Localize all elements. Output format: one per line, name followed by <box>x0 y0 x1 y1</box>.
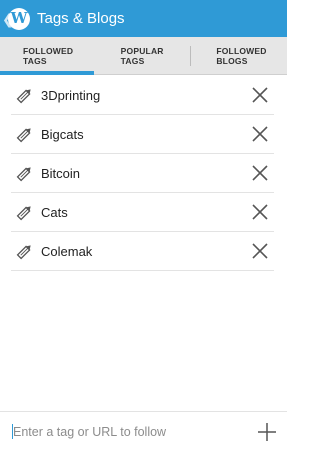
tag-label: 3Dprinting <box>41 87 101 103</box>
tag-row[interactable]: Colemak <box>11 232 274 271</box>
close-icon <box>252 165 268 181</box>
tab-label: POPULAR TAGS <box>120 46 164 66</box>
remove-tag-button[interactable] <box>251 203 269 221</box>
remove-tag-button[interactable] <box>251 125 269 143</box>
remove-tag-button[interactable] <box>251 164 269 182</box>
followed-tags-list: 3Dprinting Bigcats Bitcoin Cats Colemak <box>11 76 274 271</box>
home-up-button[interactable]: ❮ W <box>0 0 30 37</box>
remove-tag-button[interactable] <box>251 86 269 104</box>
tab-label: FOLLOWED BLOGS <box>216 46 267 66</box>
close-icon <box>252 243 268 259</box>
close-icon <box>252 87 268 103</box>
tag-pencil-icon <box>16 202 36 222</box>
tag-pencil-icon <box>16 85 36 105</box>
plus-icon <box>258 423 276 441</box>
tag-input-wrap <box>11 421 241 443</box>
tab-followed-blogs[interactable]: FOLLOWED BLOGS <box>191 37 287 74</box>
add-tag-footer <box>0 411 287 450</box>
tab-followed-tags[interactable]: FOLLOWED TAGS <box>0 37 94 75</box>
tag-row[interactable]: Bigcats <box>11 115 274 154</box>
tag-row[interactable]: Bitcoin <box>11 154 274 193</box>
remove-tag-button[interactable] <box>251 242 269 260</box>
close-icon <box>252 126 268 142</box>
active-tab-indicator <box>0 71 94 75</box>
tag-label: Bitcoin <box>41 165 81 181</box>
tag-label: Colemak <box>41 243 93 259</box>
tag-url-input[interactable] <box>11 421 241 443</box>
logo-letter: W <box>10 9 28 27</box>
add-tag-button[interactable] <box>255 420 279 444</box>
tag-row[interactable]: Cats <box>11 193 274 232</box>
action-bar: ❮ W Tags & Blogs <box>0 0 287 37</box>
tag-label: Bigcats <box>41 126 84 142</box>
tab-bar: FOLLOWED TAGS POPULAR TAGS FOLLOWED BLOG… <box>0 37 287 75</box>
text-cursor <box>12 424 13 439</box>
tag-row[interactable]: 3Dprinting <box>11 76 274 115</box>
tab-label: FOLLOWED TAGS <box>23 46 74 66</box>
close-icon <box>252 204 268 220</box>
tag-pencil-icon <box>16 124 36 144</box>
tab-popular-tags[interactable]: POPULAR TAGS <box>94 37 192 74</box>
tag-label: Cats <box>41 204 68 220</box>
page-title: Tags & Blogs <box>37 10 125 27</box>
tag-pencil-icon <box>16 163 36 183</box>
tag-pencil-icon <box>16 241 36 261</box>
wordpress-logo-icon: W <box>8 7 30 30</box>
